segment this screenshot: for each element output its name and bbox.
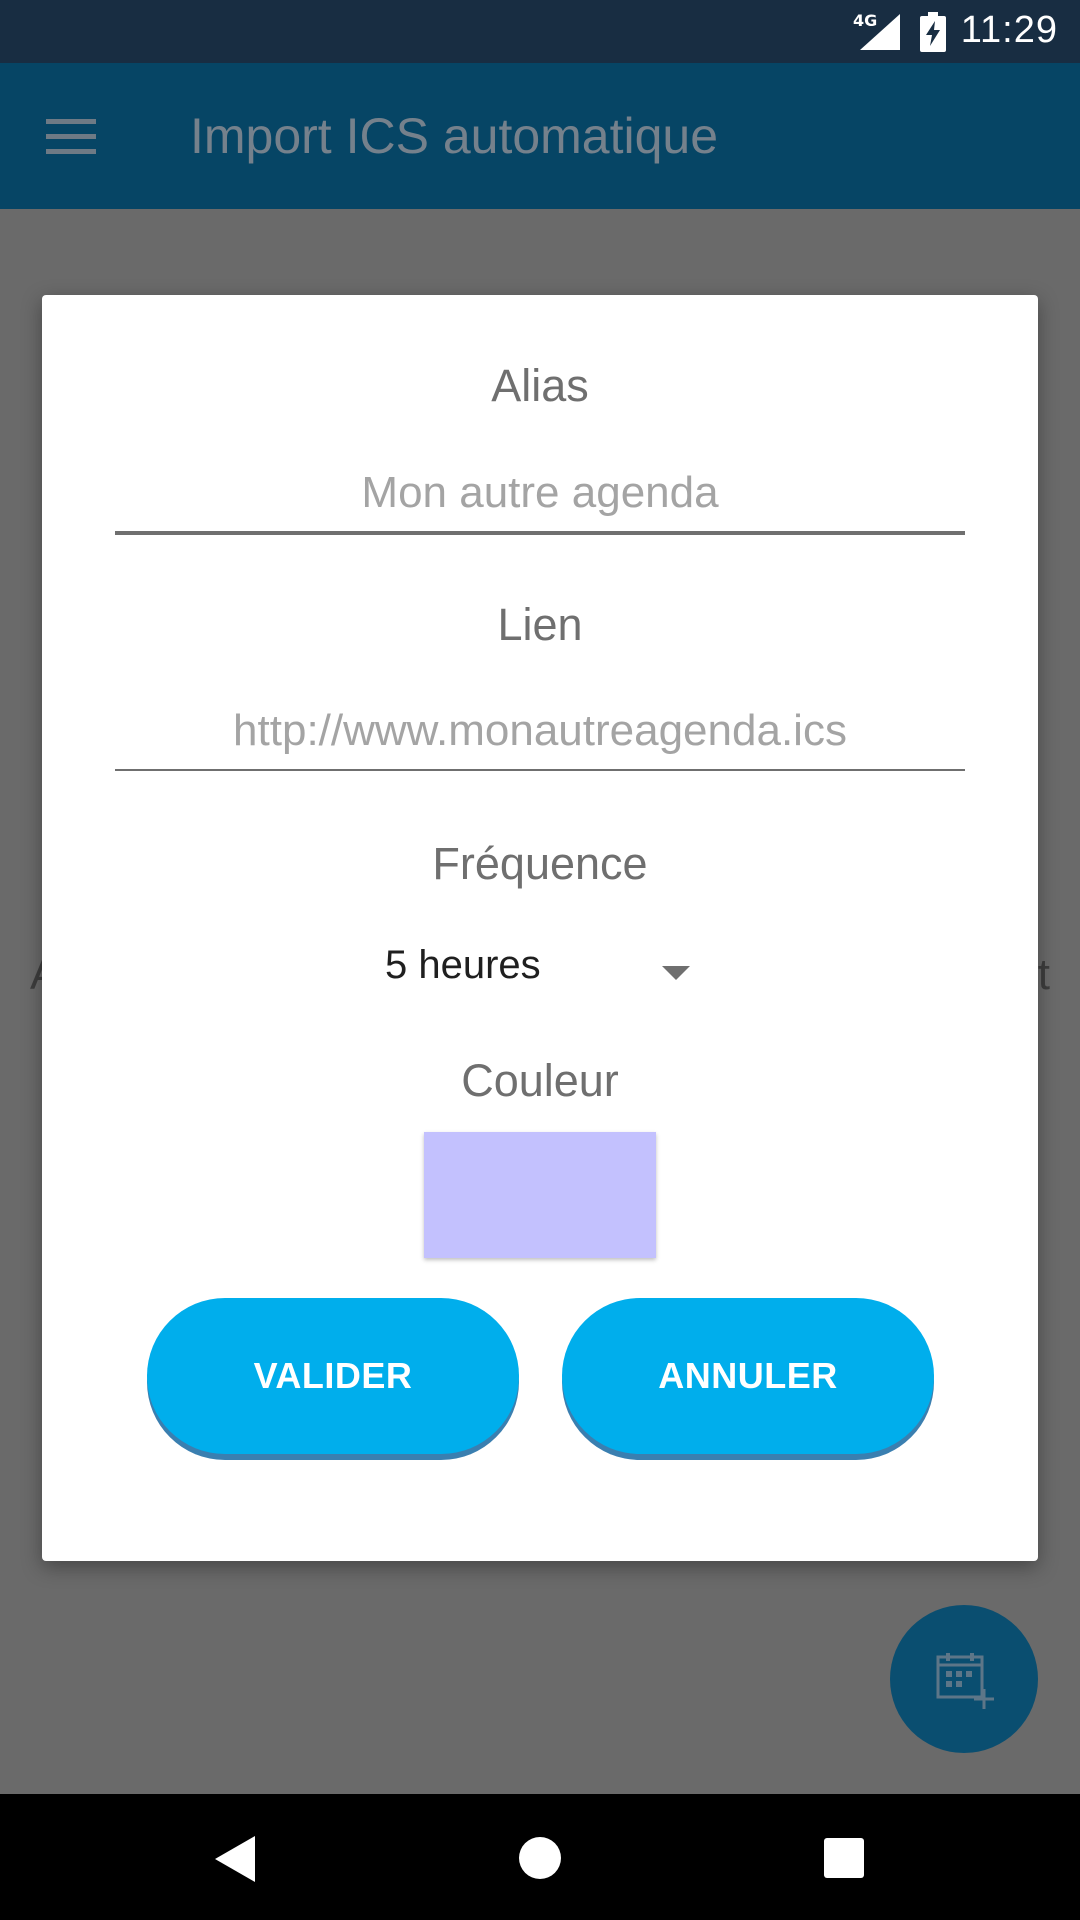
- alias-underline: [115, 531, 965, 535]
- frequency-label: Fréquence: [432, 838, 648, 889]
- cancel-button[interactable]: ANNULER: [562, 1298, 934, 1454]
- clock: 11:29: [960, 9, 1058, 51]
- recents-icon[interactable]: [824, 1838, 864, 1878]
- back-icon[interactable]: [215, 1836, 257, 1882]
- app-bar: Import ICS automatique: [0, 63, 1080, 209]
- navigation-bar: [0, 1794, 1080, 1920]
- dropdown-arrow-icon: [662, 966, 690, 980]
- link-label: Lien: [497, 599, 583, 650]
- status-bar: 4G 11:29: [0, 0, 1080, 63]
- add-calendar-dialog: Alias Lien Fréquence 5 heures Couleur VA…: [42, 295, 1038, 1561]
- background-text-right: t: [1037, 950, 1050, 999]
- link-underline: [115, 769, 965, 771]
- signal-icon: [860, 14, 900, 50]
- hamburger-menu-icon[interactable]: [46, 117, 98, 157]
- frequency-selected-value: 5 heures: [385, 943, 541, 987]
- calendar-add-icon: [936, 1653, 994, 1709]
- battery-charging-icon: [920, 12, 946, 52]
- alias-input[interactable]: [115, 463, 965, 523]
- validate-button[interactable]: VALIDER: [147, 1298, 519, 1454]
- link-input[interactable]: [115, 701, 965, 761]
- home-icon[interactable]: [519, 1837, 561, 1879]
- alias-label: Alias: [491, 360, 589, 411]
- add-calendar-fab[interactable]: [890, 1605, 1038, 1753]
- color-swatch[interactable]: [424, 1132, 656, 1258]
- page-title: Import ICS automatique: [190, 108, 719, 164]
- frequency-dropdown[interactable]: 5 heures: [362, 935, 732, 1005]
- color-label: Couleur: [461, 1055, 619, 1106]
